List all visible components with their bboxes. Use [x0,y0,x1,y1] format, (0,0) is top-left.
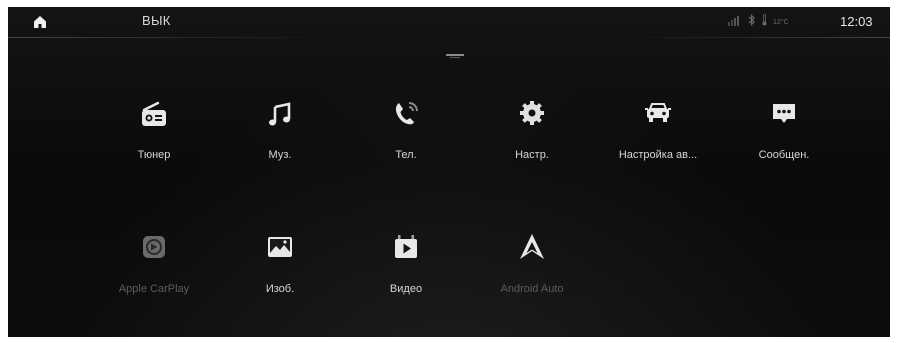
bluetooth-icon [748,13,756,31]
app-images[interactable]: Изоб. [220,231,340,311]
app-settings[interactable]: Настр. [472,97,592,177]
app-phone[interactable]: Тел. [346,97,466,177]
music-note-icon [269,102,291,126]
clock: 12:03 [840,14,873,29]
app-label: Android Auto [500,283,564,295]
app-android-auto[interactable]: Android Auto [472,231,592,311]
app-music[interactable]: Муз. [220,97,340,177]
status-divider-left [8,37,338,38]
status-icons: 12°C [728,13,789,31]
source-mode-label: ВЫК [142,13,171,28]
thermometer-icon [762,13,767,31]
head-unit-screen: ВЫК 12°C 12:03 Тюнер Муз. Тел. Настр. На… [8,7,890,337]
app-label: Настр. [515,149,549,161]
app-apple-carplay[interactable]: Apple CarPlay [94,231,214,311]
app-label: Тел. [395,149,417,161]
app-label: Тюнер [137,149,171,161]
app-messages[interactable]: Сообщен. [724,97,844,177]
status-bar: ВЫК 12°C 12:03 [8,7,890,38]
app-video[interactable]: Видео [346,231,466,311]
video-icon [395,235,417,258]
app-label: Муз. [268,149,292,161]
app-car-settings[interactable]: Настройка ав... [598,97,718,177]
radio-icon [142,101,166,126]
phone-signal-icon [728,13,742,31]
outside-temperature: 12°C [773,18,789,26]
pull-down-handle[interactable] [446,54,464,59]
app-label: Изоб. [265,283,295,295]
car-icon [645,103,671,122]
app-label: Видео [389,283,423,295]
app-label: Сообщен. [758,149,810,161]
app-tuner[interactable]: Тюнер [94,97,214,177]
phone-icon [395,102,418,125]
app-label: Apple CarPlay [118,283,190,295]
image-icon [268,237,292,257]
status-divider-right [620,37,890,38]
app-label: Настройка ав... [618,149,698,161]
message-icon [773,104,795,123]
gear-icon [520,101,544,125]
home-icon[interactable] [32,14,48,30]
android-auto-icon [520,234,544,259]
carplay-icon [143,236,165,258]
